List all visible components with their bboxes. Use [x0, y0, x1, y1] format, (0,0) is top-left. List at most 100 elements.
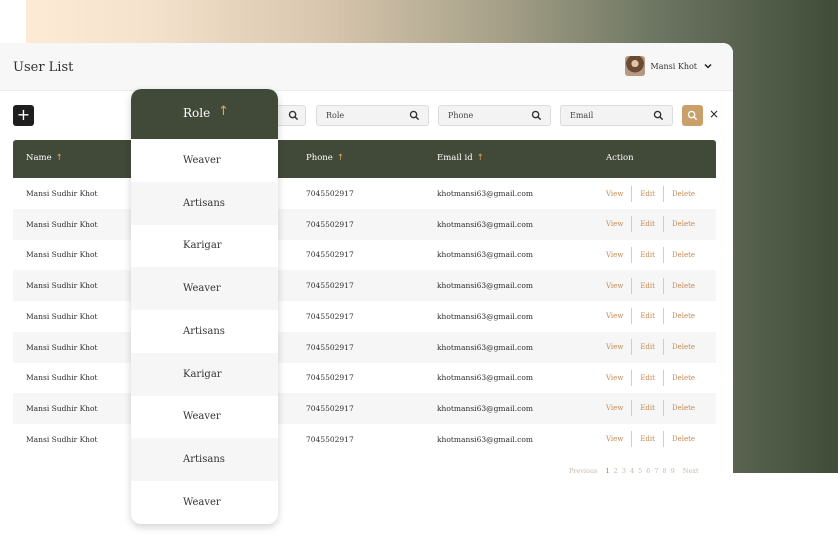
column-header-email[interactable]: Email id ↑: [437, 153, 484, 163]
view-button[interactable]: View: [606, 312, 631, 320]
clear-filters-button[interactable]: ×: [709, 107, 719, 121]
cell-phone: 7045502917: [306, 342, 354, 352]
page-number[interactable]: 6: [646, 467, 650, 475]
pagination-previous[interactable]: Previous: [569, 467, 598, 475]
cell-name: Mansi Sudhir Khot: [26, 219, 98, 229]
add-user-button[interactable]: +: [13, 105, 34, 126]
cell-email: khotmansi63@gmail.com: [437, 219, 534, 229]
column-header-action: Action: [606, 153, 634, 163]
edit-button[interactable]: Edit: [632, 251, 663, 259]
view-button[interactable]: View: [606, 190, 631, 198]
table-header: Name ↑ Phone ↑ Email id ↑ Action: [13, 140, 716, 178]
page-number[interactable]: 4: [630, 467, 634, 475]
search-button[interactable]: [682, 105, 703, 126]
role-option[interactable]: Karigar: [131, 224, 278, 267]
sort-arrow-icon[interactable]: ↑: [477, 153, 484, 163]
view-button[interactable]: View: [606, 343, 631, 351]
edit-button[interactable]: Edit: [632, 220, 663, 228]
view-button[interactable]: View: [606, 435, 631, 443]
pagination: Previous 1 2 3 4 5 6 7 8 9 Next: [565, 467, 703, 475]
table-row: Mansi Sudhir Khot 7045502917 khotmansi63@g…: [13, 208, 716, 240]
view-button[interactable]: View: [606, 251, 631, 259]
role-option[interactable]: Weaver: [131, 139, 278, 182]
row-actions: View Edit Delete: [606, 339, 703, 356]
delete-button[interactable]: Delete: [664, 404, 703, 412]
page-number[interactable]: 5: [638, 467, 642, 475]
sort-arrow-icon[interactable]: ↑: [218, 104, 229, 119]
table-row: Mansi Sudhir Khot 7045502917 khotmansi63@g…: [13, 362, 716, 393]
delete-button[interactable]: Delete: [664, 374, 703, 382]
role-option[interactable]: Artisans: [131, 310, 278, 353]
edit-button[interactable]: Edit: [632, 435, 663, 443]
page-number[interactable]: 9: [671, 467, 675, 475]
page-number[interactable]: 3: [622, 467, 626, 475]
cell-name: Mansi Sudhir Khot: [26, 373, 98, 383]
email-filter-placeholder: Email: [570, 111, 594, 120]
column-header-label: Name: [26, 153, 52, 163]
name-filter-input[interactable]: [278, 105, 306, 126]
edit-button[interactable]: Edit: [632, 282, 663, 290]
role-option[interactable]: Karigar: [131, 352, 278, 396]
row-actions: View Edit Delete: [606, 308, 703, 325]
role-filter-input[interactable]: Role: [316, 105, 429, 126]
delete-button[interactable]: Delete: [664, 251, 703, 259]
page-number[interactable]: 1: [606, 467, 610, 475]
search-icon[interactable]: [531, 110, 542, 121]
cell-email: khotmansi63@gmail.com: [437, 342, 534, 352]
search-icon[interactable]: [288, 110, 299, 121]
role-option[interactable]: Weaver: [131, 395, 278, 438]
chevron-down-icon[interactable]: [703, 61, 713, 71]
role-option[interactable]: Weaver: [131, 481, 278, 524]
sort-arrow-icon[interactable]: ↑: [337, 153, 344, 163]
cell-email: khotmansi63@gmail.com: [437, 434, 534, 444]
cell-phone: 7045502917: [306, 311, 354, 321]
cell-email: khotmansi63@gmail.com: [437, 311, 534, 321]
edit-button[interactable]: Edit: [632, 404, 663, 412]
role-option[interactable]: Artisans: [131, 437, 278, 481]
sort-arrow-icon[interactable]: ↑: [56, 153, 63, 163]
page-number[interactable]: 7: [654, 467, 658, 475]
table-row: Mansi Sudhir Khot 7045502917 khotmansi63@g…: [13, 239, 716, 270]
edit-button[interactable]: Edit: [632, 312, 663, 320]
phone-filter-placeholder: Phone: [448, 111, 474, 120]
user-name: Mansi Khot: [650, 61, 697, 71]
column-header-phone[interactable]: Phone ↑: [306, 153, 344, 163]
table-row: Mansi Sudhir Khot 7045502917 khotmansi63@g…: [13, 392, 716, 424]
edit-button[interactable]: Edit: [632, 343, 663, 351]
cell-phone: 7045502917: [306, 434, 354, 444]
cell-phone: 7045502917: [306, 281, 354, 291]
page-number[interactable]: 2: [614, 467, 618, 475]
column-header-label: Email id: [437, 153, 473, 163]
view-button[interactable]: View: [606, 220, 631, 228]
edit-button[interactable]: Edit: [632, 190, 663, 198]
card-header: User List Mansi Khot: [0, 43, 733, 91]
view-button[interactable]: View: [606, 404, 631, 412]
column-header-name[interactable]: Name ↑: [26, 153, 63, 163]
avatar[interactable]: [624, 56, 645, 76]
pagination-next[interactable]: Next: [683, 467, 699, 475]
email-filter-input[interactable]: Email: [560, 105, 673, 126]
page-number[interactable]: 8: [663, 467, 667, 475]
cell-email: khotmansi63@gmail.com: [437, 250, 534, 260]
search-icon[interactable]: [653, 110, 664, 121]
delete-button[interactable]: Delete: [664, 282, 703, 290]
cell-name: Mansi Sudhir Khot: [26, 342, 98, 352]
delete-button[interactable]: Delete: [664, 435, 703, 443]
row-actions: View Edit Delete: [606, 431, 703, 448]
delete-button[interactable]: Delete: [664, 190, 703, 198]
view-button[interactable]: View: [606, 282, 631, 290]
role-dropdown-header[interactable]: Role ↑: [131, 89, 278, 139]
delete-button[interactable]: Delete: [664, 312, 703, 320]
view-button[interactable]: View: [606, 374, 631, 382]
edit-button[interactable]: Edit: [632, 374, 663, 382]
role-option[interactable]: Artisans: [131, 181, 278, 225]
cell-name: Mansi Sudhir Khot: [26, 403, 98, 413]
phone-filter-input[interactable]: Phone: [438, 105, 551, 126]
role-filter-placeholder: Role: [326, 111, 345, 120]
delete-button[interactable]: Delete: [664, 220, 703, 228]
user-menu[interactable]: Mansi Khot: [624, 55, 713, 77]
search-icon[interactable]: [409, 110, 420, 121]
role-option[interactable]: Weaver: [131, 267, 278, 311]
delete-button[interactable]: Delete: [664, 343, 703, 351]
cell-email: khotmansi63@gmail.com: [437, 281, 534, 291]
